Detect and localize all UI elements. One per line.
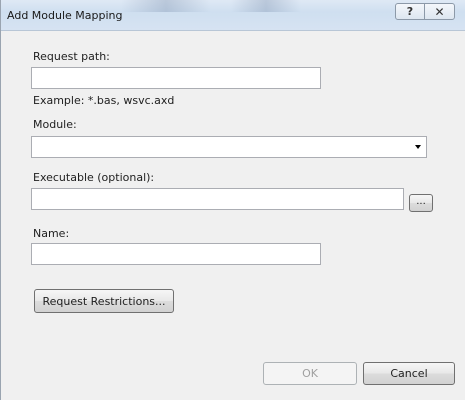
titlebar-blur bbox=[231, 0, 301, 12]
executable-label: Executable (optional): bbox=[33, 171, 155, 184]
cancel-button[interactable]: Cancel bbox=[363, 362, 455, 385]
title-bar[interactable]: Add Module Mapping ? ✕ bbox=[1, 0, 465, 31]
module-label: Module: bbox=[33, 118, 77, 131]
help-icon: ? bbox=[406, 5, 414, 18]
titlebar-blur bbox=[121, 0, 211, 12]
chevron-down-icon bbox=[415, 145, 421, 149]
window-title: Add Module Mapping bbox=[7, 9, 123, 22]
browse-button[interactable]: ... bbox=[409, 194, 433, 212]
request-path-input[interactable] bbox=[31, 67, 321, 89]
add-module-mapping-dialog: Add Module Mapping ? ✕ Request path: Exa… bbox=[0, 0, 465, 400]
request-path-example: Example: *.bas, wsvc.axd bbox=[33, 94, 175, 107]
module-dropdown[interactable] bbox=[31, 136, 427, 158]
request-restrictions-button[interactable]: Request Restrictions... bbox=[34, 289, 174, 313]
name-input[interactable] bbox=[31, 243, 321, 265]
dialog-content: Request path: Example: *.bas, wsvc.axd M… bbox=[3, 31, 465, 400]
close-button[interactable]: ✕ bbox=[424, 3, 455, 20]
help-button[interactable]: ? bbox=[395, 3, 425, 20]
name-label: Name: bbox=[33, 227, 70, 240]
ok-button[interactable]: OK bbox=[263, 362, 357, 385]
close-icon: ✕ bbox=[434, 4, 445, 19]
executable-input[interactable] bbox=[31, 188, 404, 210]
request-path-label: Request path: bbox=[33, 50, 110, 63]
